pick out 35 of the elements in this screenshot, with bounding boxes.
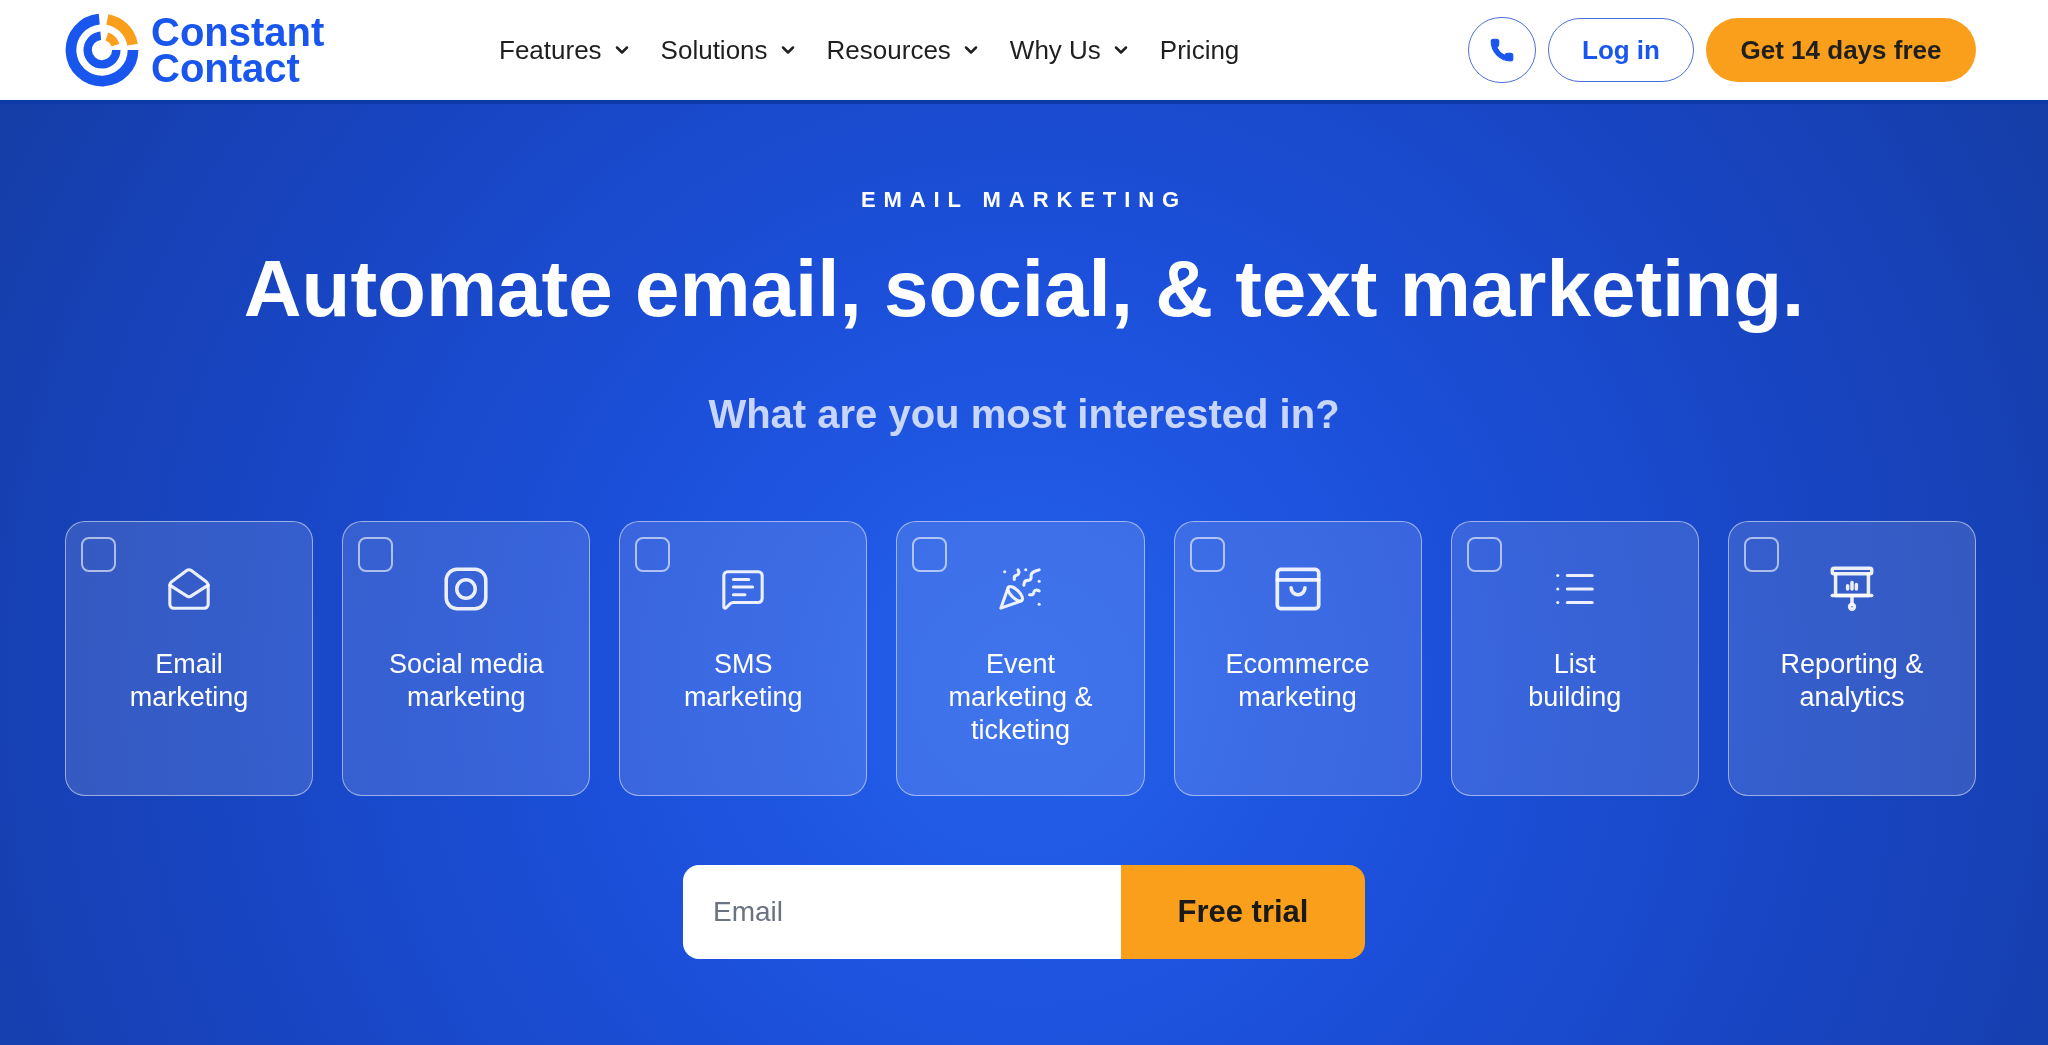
checkbox[interactable] [1189, 537, 1225, 572]
nav-link[interactable]: Features [499, 30, 632, 70]
camera-icon [444, 567, 489, 611]
eyebrow-text: EMAIL MARKETING [860, 188, 1188, 212]
logo-icon [65, 13, 139, 87]
question-text: What are you most interested in? [708, 391, 1340, 437]
checkbox[interactable] [81, 537, 116, 572]
interest-option-card[interactable]: Event marketing & ticketing [896, 521, 1145, 796]
checkbox[interactable] [635, 537, 671, 572]
checkbox[interactable] [1743, 537, 1779, 572]
free-trial-button[interactable]: Free trial [1121, 865, 1365, 959]
hero-heading: Automate email, social, & text marketing. [243, 243, 1805, 335]
interest-option-card[interactable]: Social media marketing [342, 521, 591, 796]
shopping-bag-icon [1274, 567, 1321, 611]
interest-option-card[interactable]: Reporting & analytics [1727, 521, 1976, 796]
interest-option-card[interactable]: SMS marketing [619, 521, 868, 796]
logo-link[interactable]: Constant Contact [65, 13, 341, 87]
interest-option-card[interactable]: Ecommerce marketing [1173, 521, 1422, 796]
checkbox[interactable] [358, 537, 394, 572]
interest-option-card[interactable]: List building [1450, 521, 1699, 796]
phone-icon [1489, 37, 1515, 63]
presentation-chart-icon [1829, 566, 1874, 612]
logo-text: Constant Contact [151, 14, 326, 86]
free-trial-header-button[interactable]: Get 14 days free [1706, 18, 1976, 82]
nav-link[interactable]: Solutions [660, 30, 798, 70]
checkbox[interactable] [1466, 537, 1502, 572]
login-button[interactable]: Log in [1548, 18, 1694, 82]
nav-link[interactable]: Resources [826, 30, 981, 70]
checkbox[interactable] [912, 537, 948, 572]
nav-link[interactable]: Pricing [1159, 30, 1240, 70]
open-envelope-icon [166, 566, 213, 612]
nav-link[interactable]: Why Us [1009, 30, 1131, 70]
email-field[interactable]: Email [683, 865, 1121, 959]
party-popper-icon [997, 566, 1044, 612]
interest-option-card[interactable]: Email marketing [65, 521, 314, 796]
